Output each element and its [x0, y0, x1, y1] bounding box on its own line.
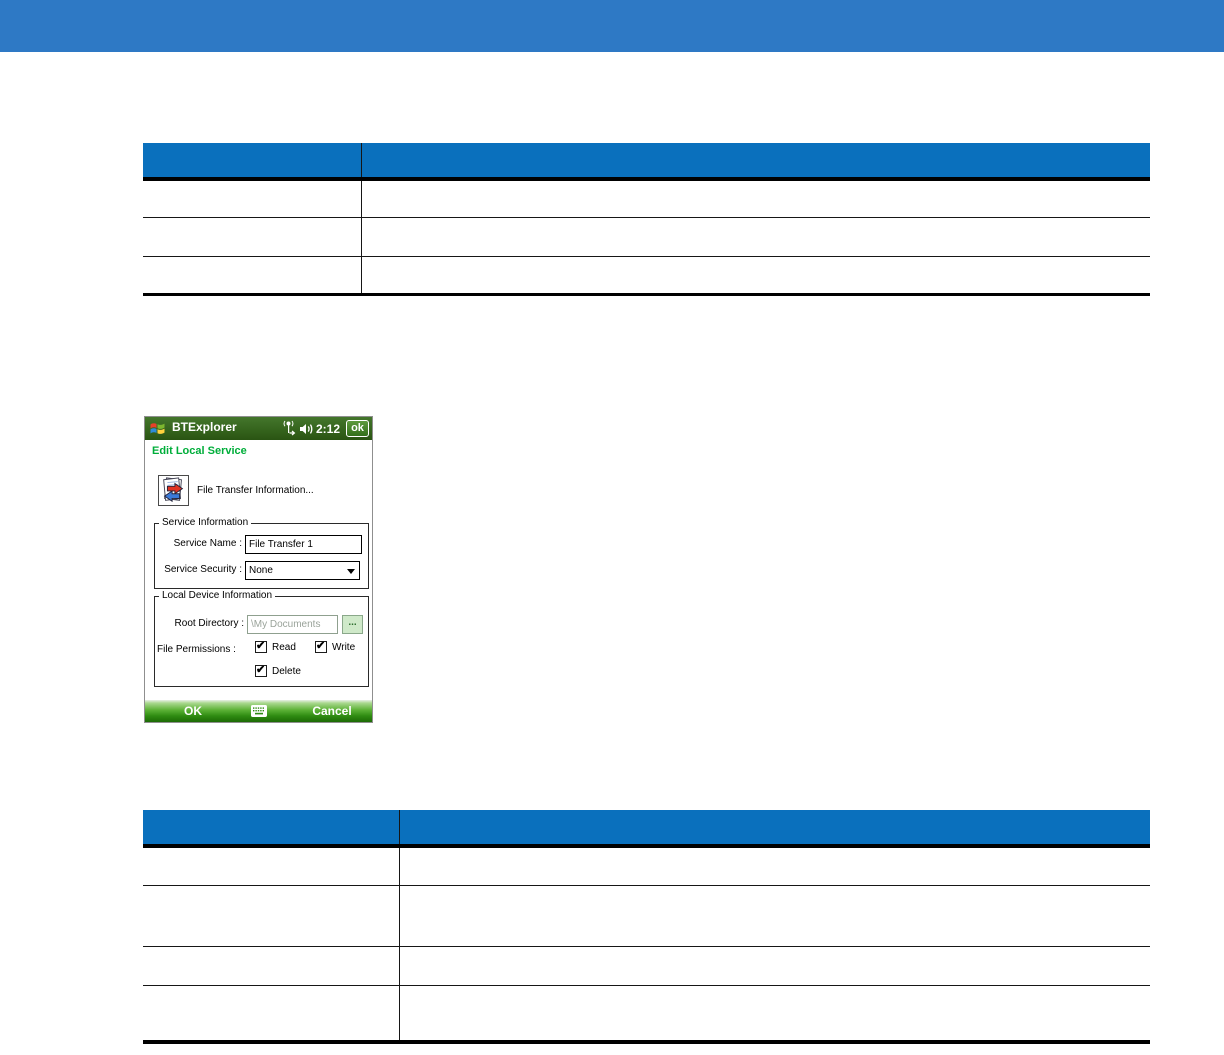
table-cell	[143, 886, 400, 946]
group-legend: Local Device Information	[159, 590, 276, 601]
table-header-row	[143, 810, 1150, 848]
table-cell	[143, 986, 400, 1040]
device-titlebar: BTExplorer 2:12 ok	[145, 417, 372, 440]
service-security-value: None	[249, 565, 273, 576]
service-type-label: File Transfer Information...	[197, 485, 314, 496]
root-directory-input[interactable]: \My Documents	[247, 615, 338, 634]
keyboard-icon[interactable]	[251, 705, 267, 717]
table-cell	[143, 257, 362, 293]
table-row	[143, 947, 1150, 986]
checkmark-icon: ✔	[316, 640, 326, 652]
checkmark-icon: ✔	[256, 664, 266, 676]
volume-icon[interactable]	[299, 423, 313, 435]
table-cell	[400, 886, 1150, 946]
radio-status-icon[interactable]	[283, 420, 296, 437]
btexplorer-screenshot: BTExplorer 2:12 ok Edit Local Service Fi…	[144, 416, 373, 723]
table-cell	[143, 848, 400, 885]
table-cell	[143, 218, 362, 256]
group-legend: Service Information	[159, 517, 252, 528]
delete-checkbox[interactable]: ✔	[255, 664, 267, 677]
service-security-label: Service Security :	[164, 564, 242, 575]
write-label: Write	[332, 641, 356, 653]
service-name-label: Service Name :	[173, 538, 242, 549]
permission-read[interactable]: ✔ Read	[255, 640, 296, 653]
table-cell	[362, 181, 1150, 217]
checkmark-icon: ✔	[256, 640, 266, 652]
table-cell	[400, 947, 1150, 985]
device-softkey-bar: OK Cancel	[145, 700, 372, 722]
table-header-cell	[362, 143, 1150, 177]
table-cell	[362, 218, 1150, 256]
windows-logo-icon	[150, 423, 165, 434]
permission-delete[interactable]: ✔ Delete	[255, 664, 301, 677]
browse-button[interactable]: ...	[342, 615, 363, 634]
delete-label: Delete	[272, 665, 301, 677]
file-permissions-label: File Permissions :	[157, 644, 236, 655]
table-row	[143, 848, 1150, 886]
table-row	[143, 986, 1150, 1044]
app-title: BTExplorer	[172, 420, 237, 434]
table-cell	[362, 257, 1150, 293]
table-cell	[400, 848, 1150, 885]
write-checkbox[interactable]: ✔	[315, 640, 327, 653]
table-row	[143, 886, 1150, 947]
table-header-row	[143, 143, 1150, 181]
service-information-group: Service Information Service Name : File …	[154, 517, 369, 589]
edit-local-service-dialog: Edit Local Service File Transfer Informa…	[145, 440, 372, 700]
table-header-cell	[143, 810, 400, 844]
table-cell	[143, 947, 400, 985]
root-directory-label: Root Directory :	[174, 618, 244, 629]
table-header-cell	[400, 810, 1150, 844]
ok-softkey[interactable]: OK	[173, 704, 213, 718]
permission-write[interactable]: ✔ Write	[315, 640, 356, 653]
table-row	[143, 218, 1150, 257]
service-security-select[interactable]: None	[245, 561, 360, 580]
page-header-banner	[0, 0, 1224, 52]
table-row	[143, 257, 1150, 296]
cancel-softkey[interactable]: Cancel	[308, 704, 356, 718]
table-row	[143, 181, 1150, 218]
table-cell	[400, 986, 1150, 1040]
service-name-input[interactable]: File Transfer 1	[245, 535, 362, 554]
read-checkbox[interactable]: ✔	[255, 640, 267, 653]
local-device-information-group: Local Device Information Root Directory …	[154, 590, 369, 687]
reference-table-bottom	[143, 810, 1150, 1044]
chevron-down-icon[interactable]	[347, 569, 355, 574]
file-transfer-icon	[158, 475, 189, 506]
table-cell	[143, 181, 362, 217]
dialog-heading: Edit Local Service	[152, 445, 247, 457]
clock: 2:12	[315, 421, 340, 436]
reference-table-top	[143, 143, 1150, 296]
titlebar-ok-button[interactable]: ok	[346, 420, 369, 437]
table-header-cell	[143, 143, 362, 177]
read-label: Read	[272, 641, 296, 653]
